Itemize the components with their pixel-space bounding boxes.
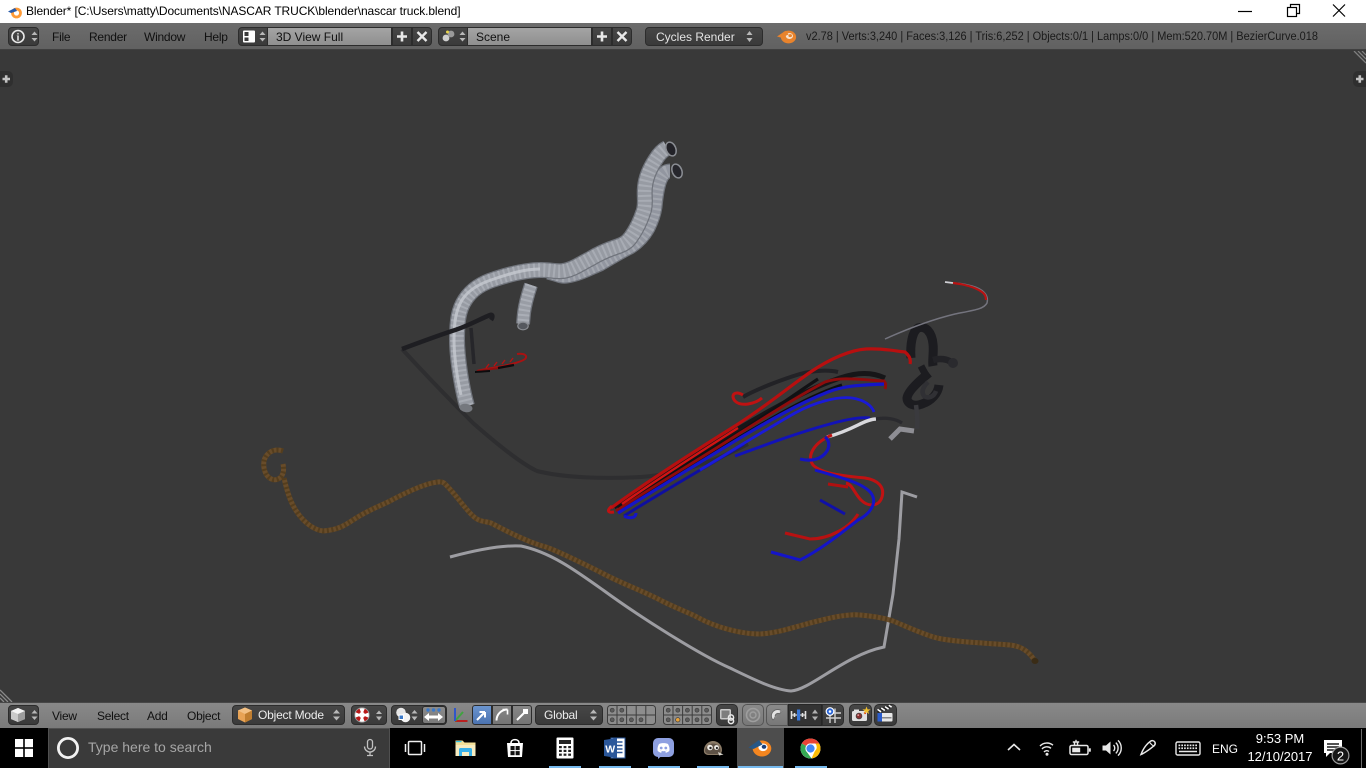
svg-text:i: i <box>17 32 20 43</box>
svg-text:W: W <box>605 744 615 756</box>
svg-text:2: 2 <box>1337 748 1344 763</box>
